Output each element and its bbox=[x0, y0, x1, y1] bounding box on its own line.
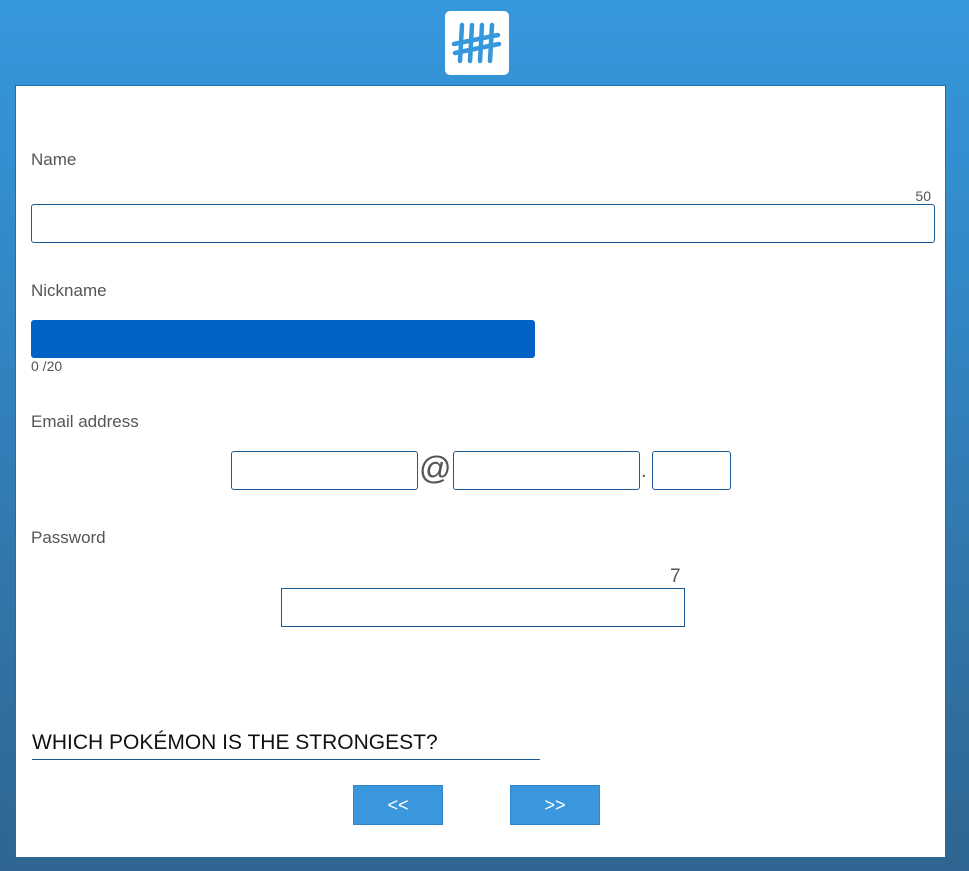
form-card: Name 50 Nickname 0 /20 Email address @ .… bbox=[15, 85, 946, 858]
password-label: Password bbox=[31, 528, 106, 547]
password-input[interactable] bbox=[281, 588, 685, 627]
question-heading: WHICH POKÉMON IS THE STRONGEST? bbox=[32, 728, 540, 760]
next-button[interactable]: >> bbox=[510, 785, 600, 825]
nickname-input[interactable] bbox=[31, 320, 535, 358]
password-char-counter: 7 bbox=[670, 566, 681, 587]
email-domain-input[interactable] bbox=[453, 451, 640, 490]
nickname-label: Nickname bbox=[31, 281, 107, 300]
nickname-counter: 0 /20 bbox=[31, 358, 63, 374]
tally-marks-icon bbox=[451, 22, 502, 64]
at-symbol: @ bbox=[419, 450, 452, 486]
name-char-limit: 50 bbox=[915, 188, 931, 204]
name-input[interactable] bbox=[31, 204, 935, 243]
email-label: Email address bbox=[31, 412, 139, 431]
logo bbox=[445, 11, 509, 75]
email-tld-input[interactable] bbox=[652, 451, 731, 490]
previous-button[interactable]: << bbox=[353, 785, 443, 825]
email-user-input[interactable] bbox=[231, 451, 418, 490]
name-label: Name bbox=[31, 150, 77, 169]
dot-symbol: . bbox=[641, 460, 647, 482]
